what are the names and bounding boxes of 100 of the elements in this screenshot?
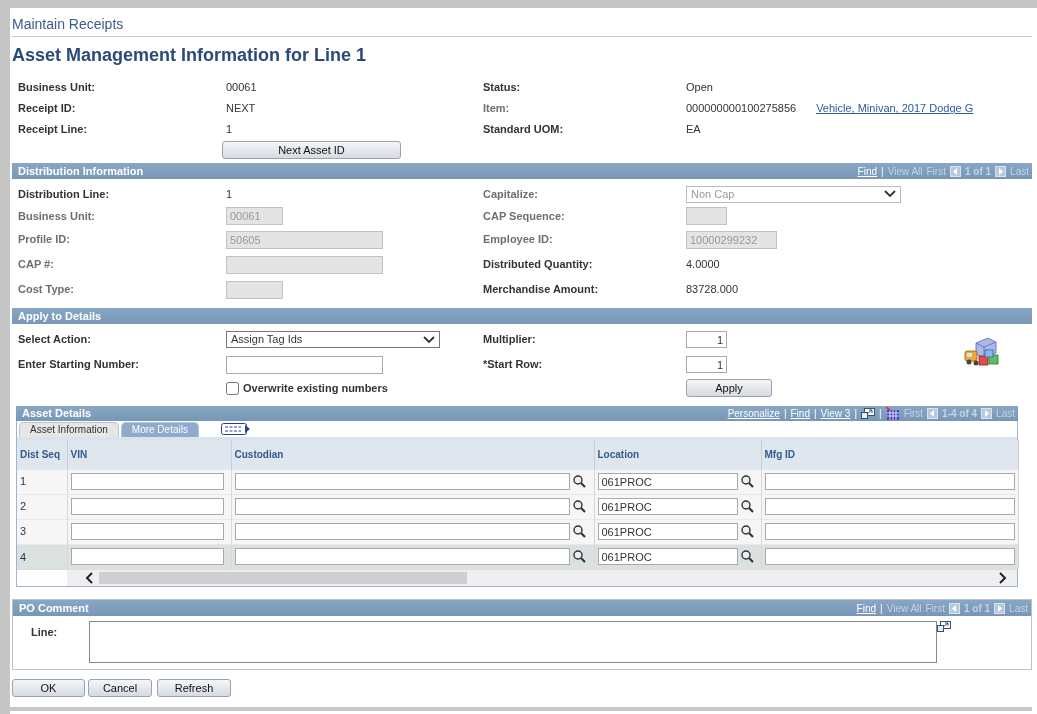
input-field[interactable] <box>234 523 570 540</box>
field-label: Distribution Line: <box>17 186 110 202</box>
input-field[interactable]: 061PROC <box>597 548 738 566</box>
row-count: 1-4 of 4 <box>942 407 978 421</box>
field-value: 000000000100275856 <box>686 101 797 117</box>
input-field[interactable] <box>234 473 570 490</box>
separator-text: | <box>880 601 883 616</box>
search-icon[interactable] <box>740 550 754 564</box>
field-label: Standard UOM: <box>482 122 564 138</box>
column-header: Mfg ID <box>761 440 1018 469</box>
field-value: EA <box>686 122 701 138</box>
separator-text: | <box>854 407 857 421</box>
apply-button[interactable]: Apply <box>686 379 772 397</box>
field-value: Open <box>686 80 713 96</box>
search-icon[interactable] <box>740 525 754 538</box>
next-icon[interactable] <box>981 408 993 419</box>
next-icon[interactable] <box>995 165 1007 177</box>
field-label: Item: <box>482 101 510 117</box>
input-field[interactable]: 061PROC <box>597 473 738 490</box>
action-button[interactable]: OK <box>12 679 85 697</box>
number-field[interactable]: 1 <box>686 356 727 373</box>
field-label: Select Action: <box>17 332 91 348</box>
nav-text: First <box>925 601 945 616</box>
tab[interactable]: Asset Information <box>19 422 119 437</box>
search-icon[interactable] <box>572 550 586 564</box>
truck-with-boxes-icon[interactable] <box>964 337 1000 367</box>
field-value: NEXT <box>226 101 256 117</box>
separator-text: | <box>813 407 817 421</box>
scroll-left-icon[interactable] <box>85 572 93 584</box>
field-label: Business Unit: <box>17 80 95 96</box>
table-cell: 1 <box>17 469 67 494</box>
item-link[interactable]: Vehicle, Minivan, 2017 Dodge G <box>816 100 974 117</box>
search-icon[interactable] <box>740 475 754 488</box>
nav-text: First <box>903 407 924 421</box>
nav-text: Last <box>1010 164 1029 179</box>
field-label: Receipt ID: <box>17 101 76 117</box>
scroll-right-icon[interactable] <box>999 572 1007 584</box>
input-field[interactable] <box>764 473 1015 490</box>
separator-text: | <box>879 407 882 421</box>
next-asset-button[interactable]: Next Asset ID <box>222 141 401 159</box>
separator-text: | <box>783 407 787 421</box>
input-field[interactable] <box>234 548 570 566</box>
section-title: Asset Details <box>22 406 92 422</box>
search-icon[interactable] <box>572 525 586 538</box>
action-button[interactable]: Cancel <box>88 679 152 697</box>
horizontal-scrollbar[interactable] <box>67 570 1017 586</box>
field-label: Merchandise Amount: <box>482 282 599 298</box>
chevron-icon <box>423 335 435 344</box>
search-icon[interactable] <box>572 500 586 513</box>
field-label: Receipt Line: <box>17 122 88 138</box>
field-value: 00061 <box>226 80 257 96</box>
input-field[interactable] <box>764 548 1015 566</box>
input-field[interactable] <box>70 548 224 566</box>
comment-field[interactable] <box>89 621 937 663</box>
field-label: Business Unit: <box>17 208 95 224</box>
section-title: Apply to Details <box>18 308 102 324</box>
input-field[interactable] <box>70 498 224 515</box>
field-label: CAP Sequence: <box>482 208 565 224</box>
show-all-columns-icon[interactable] <box>220 422 251 436</box>
field-label: Capitalize: <box>482 186 538 202</box>
field-value: 83728.000 <box>686 282 738 298</box>
nav-text: View All <box>887 164 923 179</box>
column-header: Location <box>594 440 761 469</box>
field-label: Status: <box>482 80 521 96</box>
breadcrumb[interactable]: Maintain Receipts <box>12 8 1032 37</box>
row-count: 1 of 1 <box>963 601 991 616</box>
search-icon[interactable] <box>740 500 754 513</box>
input-field[interactable]: 061PROC <box>597 498 738 515</box>
previous-icon[interactable] <box>927 408 939 419</box>
input-field[interactable]: 061PROC <box>597 523 738 540</box>
expand-icon[interactable] <box>861 408 875 419</box>
separator-text: | <box>881 164 884 179</box>
nav-text: First <box>926 164 946 179</box>
row-count: 1 of 1 <box>964 164 992 179</box>
action-button[interactable]: Refresh <box>157 679 231 697</box>
next-icon[interactable] <box>994 602 1006 614</box>
section-title: PO Comment <box>19 600 89 616</box>
search-icon[interactable] <box>572 475 586 488</box>
input-field[interactable] <box>234 498 570 515</box>
expand-icon[interactable] <box>937 621 951 632</box>
number-field[interactable]: 1 <box>686 331 727 348</box>
field-label: Enter Starting Number: <box>17 357 139 373</box>
input-field[interactable] <box>70 473 224 490</box>
input-field[interactable] <box>70 523 224 540</box>
column-header: VIN <box>67 440 231 469</box>
dropdown[interactable]: Assign Tag Ids <box>226 331 440 348</box>
table-cell: 4 <box>17 544 67 569</box>
field-label: *Start Row: <box>482 357 543 373</box>
input-field[interactable] <box>764 498 1015 515</box>
nav-text: Last <box>1009 601 1028 616</box>
column-header: Custodian <box>231 440 594 469</box>
input-field[interactable] <box>764 523 1015 540</box>
checkbox[interactable] <box>226 381 239 395</box>
table-cell: 2 <box>17 494 67 519</box>
field-label: Distributed Quantity: <box>482 257 593 273</box>
previous-icon[interactable] <box>948 602 960 614</box>
grid-icon[interactable] <box>885 407 900 420</box>
input-field[interactable] <box>226 355 383 374</box>
previous-icon[interactable] <box>949 165 961 177</box>
page-title: Asset Management Information for Line 1 <box>12 44 368 66</box>
